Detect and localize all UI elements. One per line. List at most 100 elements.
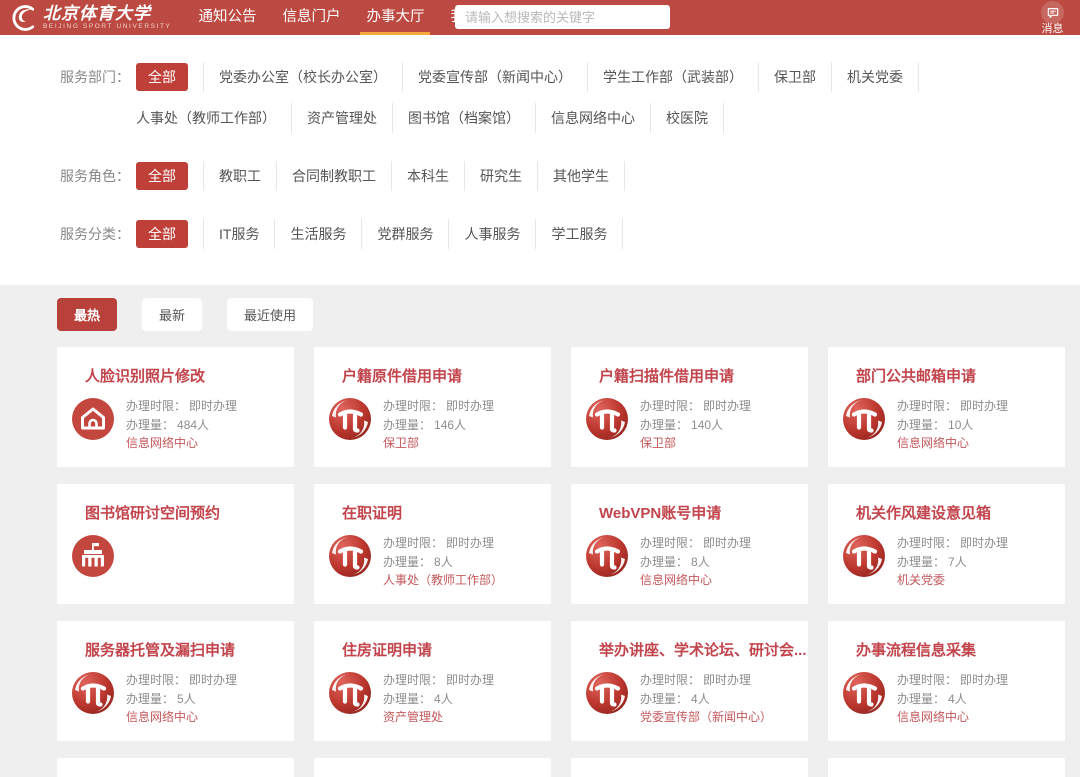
message-button[interactable]: 消息	[1041, 0, 1064, 35]
message-label: 消息	[1041, 24, 1064, 35]
filter-option[interactable]: 图书馆（档案馆）	[408, 103, 536, 133]
filter-options: 全部 IT服务 生活服务 党群服务 人事服务	[136, 219, 1076, 260]
processing-volume-label: 办理量：	[897, 692, 945, 706]
service-card[interactable]: 户籍原件借用申请 办理时限：即时办理 办理量：146人	[314, 347, 551, 467]
service-card[interactable]: 科技查新 办理时限： 办理量：	[314, 758, 551, 777]
service-card[interactable]: 部门公共邮箱申请 办理时限：即时办理 办理量：10人	[828, 347, 1065, 467]
filter-option[interactable]: 全部	[136, 62, 204, 92]
processing-volume: 办理量：140人	[640, 416, 751, 435]
tab[interactable]: 最热	[57, 298, 117, 331]
service-card[interactable]: 户籍扫描件借用申请 办理时限：即时办理 办理量：140人	[571, 347, 808, 467]
filter-option-label: 研究生	[480, 166, 522, 186]
service-card[interactable]: 机关作风建设意见箱 办理时限：即时办理 办理量：7人	[828, 484, 1065, 604]
nav-item[interactable]: 信息门户	[274, 0, 348, 35]
processing-volume: 办理量：146人	[383, 416, 494, 435]
processing-time: 办理时限：即时办理	[640, 534, 751, 553]
filter-option-label: 党委宣传部（新闻中心）	[418, 67, 572, 87]
card-stats: 办理时限：即时办理 办理量：5人 信息网络中心	[126, 670, 237, 727]
service-card[interactable]: 举办讲座、学术论坛、研讨会... 办理时限：即时办理 办理量	[571, 621, 808, 741]
card-body: 办理时限：即时办理 办理量：5人 信息网络中心	[57, 670, 294, 727]
filter-option[interactable]: IT服务	[219, 219, 275, 249]
department-label: 信息网络中心	[897, 708, 1008, 727]
filter-option[interactable]: 机关党委	[847, 62, 919, 92]
card-body: 办理时限：即时办理 办理量：4人 资产管理处	[314, 670, 551, 727]
service-card[interactable]: 住房证明申请 办理时限：即时办理 办理量：4人	[314, 621, 551, 741]
processing-time-label: 办理时限：	[383, 673, 443, 687]
processing-time: 办理时限：即时办理	[126, 671, 237, 690]
nav-item[interactable]: 通知公告	[190, 0, 264, 35]
processing-volume-value: 146人	[434, 418, 466, 432]
card-title: 图书馆研讨空间预约	[57, 484, 294, 523]
service-card[interactable]: 办事流程信息采集 办理时限：即时办理 办理量：4人	[828, 621, 1065, 741]
filter-option[interactable]: 校医院	[666, 103, 724, 133]
tab[interactable]: 最近使用	[227, 298, 313, 331]
filter-option[interactable]: 人事服务	[464, 219, 536, 249]
service-card[interactable]: 人脸识别照片修改 办理时限：即时办理 办理量：484人 信息网络中心	[57, 347, 294, 467]
department-label: 机关党委	[897, 571, 1008, 590]
filter-option[interactable]: 资产管理处	[307, 103, 393, 133]
card-body: 办理时限：即时办理 办理量：10人 信息网络中心	[828, 396, 1065, 453]
processing-volume-value: 484人	[177, 418, 209, 432]
service-card[interactable]: 校内悬挂、张贴、摆放宣传制... 办理时限： 办理量：	[571, 758, 808, 777]
card-title: 举办讲座、学术论坛、研讨会...	[571, 621, 808, 660]
filter-option[interactable]: 其他学生	[553, 161, 625, 191]
filter-option[interactable]: 保卫部	[774, 62, 832, 92]
processing-time-label: 办理时限：	[126, 399, 186, 413]
filter-option[interactable]: 研究生	[480, 161, 538, 191]
search-input[interactable]	[455, 5, 670, 29]
processing-volume-value: 8人	[691, 555, 710, 569]
library-icon	[70, 533, 116, 579]
service-card[interactable]: 信息系统集成申请 办理时限： 办理量：	[57, 758, 294, 777]
filter-option-label: 全部	[136, 63, 188, 91]
filter-option[interactable]: 学工服务	[551, 219, 623, 249]
service-card[interactable]: 图书馆研讨空间预约 办理时限： 办理量：	[57, 484, 294, 604]
filter-option[interactable]: 信息网络中心	[551, 103, 651, 133]
card-stats: 办理时限：即时办理 办理量：140人 保卫部	[640, 396, 751, 453]
filter-option[interactable]: 党群服务	[377, 219, 449, 249]
service-card[interactable]: 校内LED显示屏预约 办理时限： 办理量：	[828, 758, 1065, 777]
filter-option[interactable]: 党委宣传部（新闻中心）	[418, 62, 588, 92]
filter-option[interactable]: 全部	[136, 161, 204, 191]
tab[interactable]: 最新	[142, 298, 202, 331]
filter-panel: 服务部门： 全部 党委办公室（校长办公室） 党委宣传部（新闻中心）	[0, 35, 1080, 285]
nav-item[interactable]: 办事大厅	[358, 0, 432, 35]
processing-time-value: 即时办理	[960, 673, 1008, 687]
card-title: 信息系统集成申请	[57, 758, 294, 777]
service-card[interactable]: 在职证明 办理时限：即时办理 办理量：8人	[314, 484, 551, 604]
card-body: 办理时限：即时办理 办理量：484人 信息网络中心	[57, 396, 294, 453]
processing-volume-value: 4人	[434, 692, 453, 706]
filter-option[interactable]: 生活服务	[290, 219, 362, 249]
card-stats: 办理时限：即时办理 办理量：4人 信息网络中心	[897, 670, 1008, 727]
card-stats: 办理时限：即时办理 办理量：8人 人事处（教师工作部）	[383, 533, 503, 590]
card-stats: 办理时限：即时办理 办理量：7人 机关党委	[897, 533, 1008, 590]
filter-option-label: 资产管理处	[307, 108, 377, 128]
hall-logo-icon	[327, 533, 373, 579]
processing-time-label: 办理时限：	[126, 673, 186, 687]
filter-option[interactable]: 党委办公室（校长办公室）	[219, 62, 403, 92]
card-title: 住房证明申请	[314, 621, 551, 660]
processing-time-label: 办理时限：	[640, 399, 700, 413]
filter-option[interactable]: 本科生	[407, 161, 465, 191]
processing-time-value: 即时办理	[189, 673, 237, 687]
filter-option-label: 学生工作部（武装部）	[603, 67, 743, 87]
processing-volume-value: 4人	[691, 692, 710, 706]
hall-logo-icon	[584, 670, 630, 716]
service-card[interactable]: WebVPN账号申请 办理时限：即时办理 办理量：8人	[571, 484, 808, 604]
hall-logo-icon	[584, 396, 630, 442]
card-stats: 办理时限：即时办理 办理量：146人 保卫部	[383, 396, 494, 453]
card-body: 办理时限：即时办理 办理量：140人 保卫部	[571, 396, 808, 453]
filter-option[interactable]: 合同制教职工	[292, 161, 392, 191]
processing-time-value: 即时办理	[446, 673, 494, 687]
processing-volume-label: 办理量：	[640, 692, 688, 706]
filter-option-label: 保卫部	[774, 67, 816, 87]
filter-option[interactable]: 人事处（教师工作部）	[136, 103, 292, 133]
card-title: 户籍原件借用申请	[314, 347, 551, 386]
filter-option[interactable]: 学生工作部（武装部）	[603, 62, 759, 92]
card-title: 人脸识别照片修改	[57, 347, 294, 386]
filter-option[interactable]: 全部	[136, 219, 204, 249]
processing-time-label: 办理时限：	[383, 536, 443, 550]
processing-volume: 办理量：4人	[383, 690, 494, 709]
service-card[interactable]: 服务器托管及漏扫申请 办理时限：即时办理 办理量：5人	[57, 621, 294, 741]
filter-option[interactable]: 教职工	[219, 161, 277, 191]
processing-time-label: 办理时限：	[640, 673, 700, 687]
